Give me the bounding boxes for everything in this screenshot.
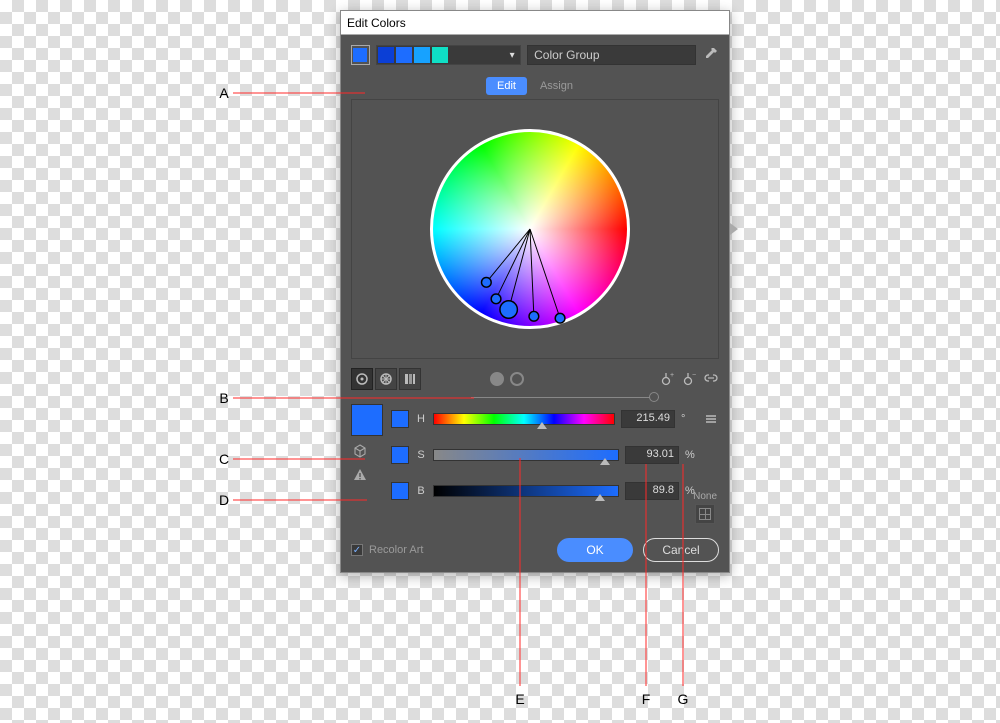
smooth-wheel-button[interactable]: [351, 368, 373, 390]
recolor-art-label: Recolor Art: [369, 544, 423, 556]
chevron-down-icon: ▾: [504, 50, 520, 61]
none-label: None: [693, 491, 717, 502]
s-swatch: [391, 446, 409, 464]
brightness-track[interactable]: [471, 397, 659, 398]
callout-A: A: [217, 86, 231, 100]
mode-tabs: Edit Assign: [351, 77, 719, 95]
cube-icon: [351, 442, 369, 460]
warning-icon: [351, 466, 369, 484]
svg-text:+: +: [670, 372, 674, 379]
edit-colors-dialog: Edit Colors ▾ Edit: [340, 10, 730, 573]
s-unit: %: [685, 449, 699, 461]
expand-panel-icon[interactable]: [730, 223, 738, 235]
h-unit: °: [681, 413, 695, 425]
color-bars-button[interactable]: [399, 368, 421, 390]
add-color-tool-icon[interactable]: +: [659, 371, 675, 387]
color-group-name-input[interactable]: [527, 45, 696, 65]
s-label: S: [415, 449, 427, 461]
callout-E: E: [513, 692, 527, 706]
show-saturation-hue-icon[interactable]: [490, 372, 504, 386]
callout-F: F: [639, 692, 653, 706]
group-swatch: [396, 47, 412, 63]
segmented-wheel-button[interactable]: [375, 368, 397, 390]
callout-G: G: [676, 692, 690, 706]
dialog-title: Edit Colors: [347, 16, 406, 30]
group-swatch: [378, 47, 394, 63]
h-value[interactable]: 215.49: [621, 410, 675, 428]
show-brightness-hue-icon[interactable]: [510, 372, 524, 386]
color-wheel[interactable]: [430, 129, 630, 329]
tab-edit[interactable]: Edit: [486, 77, 527, 95]
brightness-slider[interactable]: [433, 485, 619, 497]
checkbox-icon: ✓: [351, 544, 363, 556]
svg-text:−: −: [692, 372, 696, 379]
annotated-figure: A B C D E F G Edit Colors: [195, 10, 750, 710]
remove-color-tool-icon[interactable]: −: [681, 371, 697, 387]
b-label: B: [415, 485, 427, 497]
active-color-swatch[interactable]: [351, 45, 370, 65]
eyedropper-icon[interactable]: [702, 46, 719, 64]
group-swatch: [414, 47, 430, 63]
group-swatch: [432, 47, 448, 63]
hue-slider[interactable]: [433, 413, 615, 425]
brightness-knob[interactable]: [649, 392, 659, 402]
recolor-art-toggle[interactable]: ✓ Recolor Art: [351, 544, 423, 556]
dialog-titlebar: Edit Colors: [341, 11, 729, 35]
b-value[interactable]: 89.8: [625, 482, 679, 500]
color-wheel-area: [351, 99, 719, 359]
callout-D: D: [217, 493, 231, 507]
s-value[interactable]: 93.01: [625, 446, 679, 464]
ok-button[interactable]: OK: [557, 538, 633, 562]
color-group-dropdown[interactable]: ▾: [376, 45, 521, 65]
saturation-slider[interactable]: [433, 449, 619, 461]
callout-C: C: [217, 452, 231, 466]
slider-menu-icon[interactable]: [703, 411, 719, 427]
active-color-chip: [353, 48, 367, 62]
base-color-swatch[interactable]: [351, 404, 383, 436]
tab-assign[interactable]: Assign: [529, 77, 584, 95]
none-swatch-icon: [695, 504, 715, 524]
callout-B: B: [217, 391, 231, 405]
link-harmony-icon[interactable]: [703, 371, 719, 387]
b-swatch: [391, 482, 409, 500]
cancel-button[interactable]: Cancel: [643, 538, 719, 562]
h-swatch: [391, 410, 409, 428]
none-color-block[interactable]: None: [693, 491, 717, 524]
h-label: H: [415, 413, 427, 425]
